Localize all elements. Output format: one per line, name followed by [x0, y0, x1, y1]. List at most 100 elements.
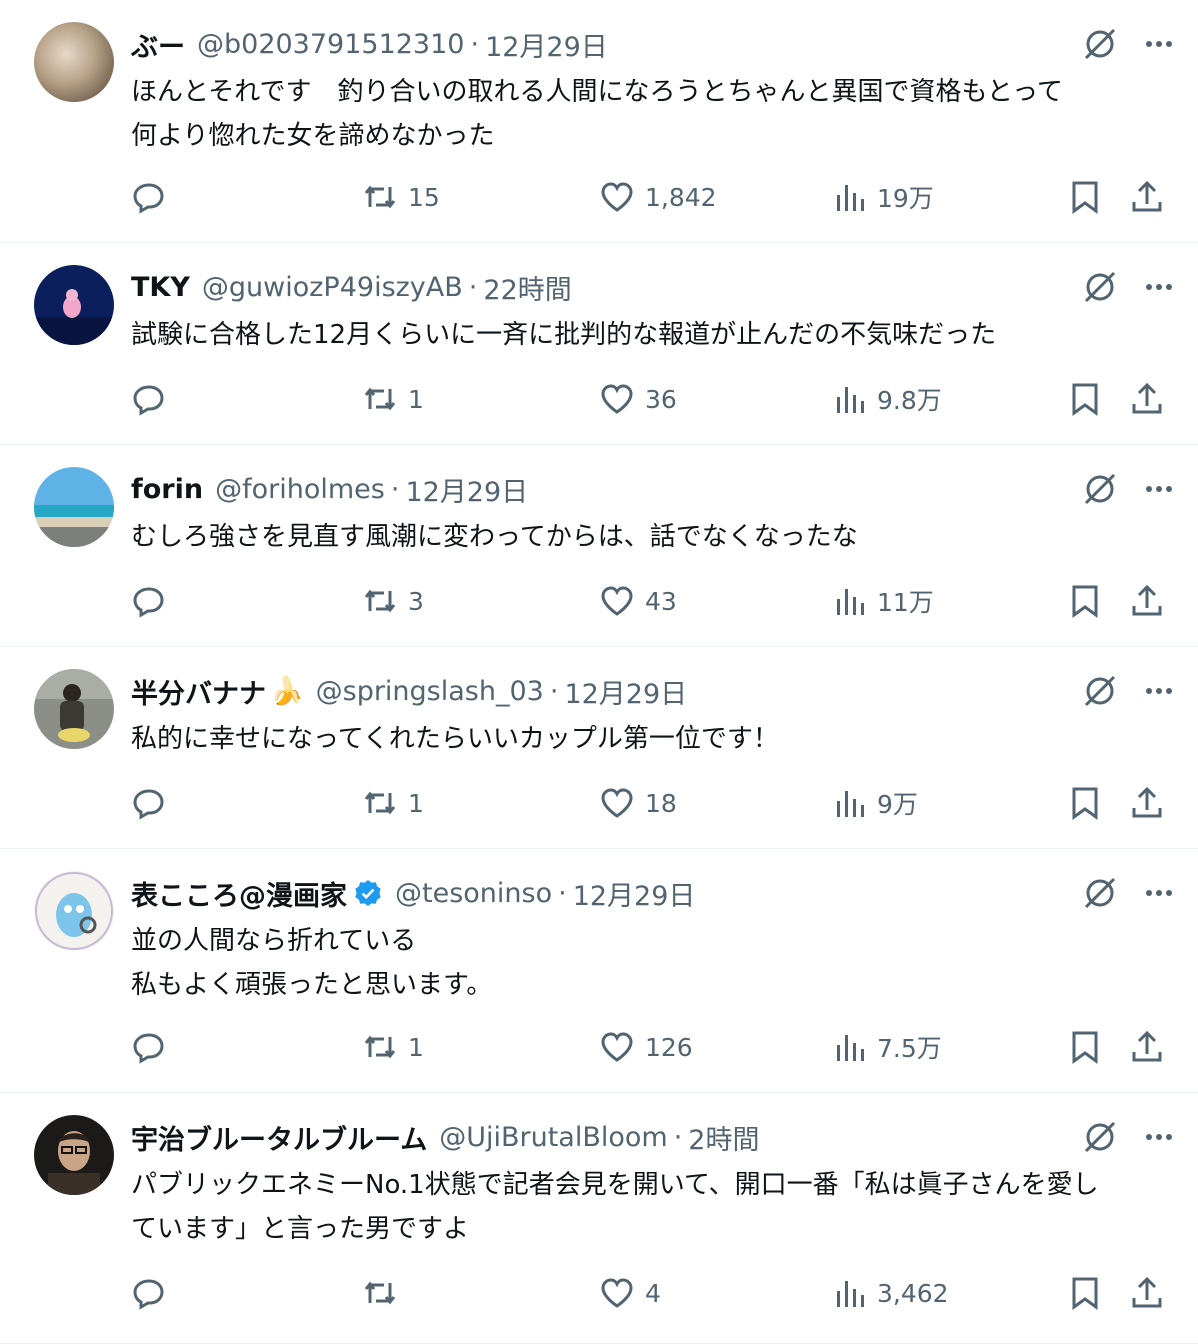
action-bar: 1 126 7.5万: [131, 1027, 1166, 1067]
timestamp[interactable]: 22時間: [483, 268, 571, 307]
share-button[interactable]: [1130, 1273, 1164, 1313]
views-count: 11万: [877, 588, 934, 617]
action-bar: 1 36 9.8万: [131, 379, 1166, 419]
tweet[interactable]: 半分バナナ 🍌 @springslash_03 · 12月29日 私的に幸せにな…: [0, 647, 1198, 849]
display-name[interactable]: 半分バナナ: [131, 672, 266, 711]
bookmark-icon: [1072, 1031, 1098, 1064]
reply-button[interactable]: [131, 379, 167, 419]
banana-emoji: 🍌: [270, 676, 304, 707]
retweet-button[interactable]: 1: [362, 1027, 424, 1067]
like-button[interactable]: 18: [599, 783, 677, 823]
grok-icon[interactable]: [1082, 269, 1118, 309]
grok-icon[interactable]: [1082, 875, 1118, 915]
avatar[interactable]: [34, 265, 114, 345]
views-button[interactable]: 9万: [835, 783, 918, 823]
bookmark-button[interactable]: [1070, 379, 1100, 419]
reply-icon: [133, 183, 164, 214]
like-button[interactable]: 36: [599, 379, 677, 419]
tweet[interactable]: forin @foriholmes · 12月29日 むしろ強さを見直す風潮に変…: [0, 445, 1198, 647]
like-button[interactable]: 126: [599, 1027, 693, 1067]
tweet[interactable]: 宇治ブルータルブルーム @UjiBrutalBloom · 2時間 パブリックエ…: [0, 1093, 1198, 1344]
timestamp[interactable]: 12月29日: [405, 470, 528, 509]
like-button[interactable]: 4: [599, 1273, 661, 1313]
timestamp[interactable]: 12月29日: [485, 25, 608, 64]
grok-icon[interactable]: [1082, 673, 1118, 713]
share-button[interactable]: [1130, 177, 1164, 217]
bookmark-button[interactable]: [1070, 581, 1100, 621]
more-icon[interactable]: [1144, 1122, 1174, 1156]
reply-button[interactable]: [131, 783, 167, 823]
views-button[interactable]: 7.5万: [835, 1027, 942, 1067]
reply-icon: [133, 385, 164, 416]
display-name[interactable]: TKY: [131, 272, 190, 303]
reply-button[interactable]: [131, 1273, 167, 1313]
more-icon[interactable]: [1144, 676, 1174, 710]
reply-button[interactable]: [131, 177, 167, 217]
bookmark-button[interactable]: [1070, 1273, 1100, 1313]
share-button[interactable]: [1130, 1027, 1164, 1067]
user-handle[interactable]: @UjiBrutalBloom: [439, 1122, 668, 1153]
tweet[interactable]: ぶー @b0203791512310 · 12月29日 ほんとそれです 釣り合い…: [0, 0, 1198, 243]
retweet-button[interactable]: 1: [362, 379, 424, 419]
tweet-text: 試験に合格した12月くらいに一斉に批判的な報道が止んだの不気味だった: [131, 320, 997, 350]
more-icon[interactable]: [1144, 878, 1174, 912]
bookmark-button[interactable]: [1070, 1027, 1100, 1067]
display-name[interactable]: ぶー: [131, 25, 185, 64]
more-icon[interactable]: [1144, 272, 1174, 306]
tweet-text: 並の人間なら折れている 私もよく頑張ったと思います。: [131, 926, 493, 1000]
retweet-button[interactable]: 3: [362, 581, 424, 621]
views-count: 7.5万: [877, 1034, 942, 1063]
views-button[interactable]: 3,462: [835, 1273, 949, 1313]
retweet-button[interactable]: [362, 1273, 408, 1313]
avatar[interactable]: [34, 22, 114, 102]
retweet-count: 1: [408, 384, 424, 414]
reply-button[interactable]: [131, 1027, 167, 1067]
more-icon[interactable]: [1144, 474, 1174, 508]
user-handle[interactable]: @springslash_03: [316, 676, 544, 707]
user-handle[interactable]: @guwiozP49iszyAB: [202, 272, 463, 303]
display-name[interactable]: 表こころ@漫画家: [131, 874, 347, 913]
user-handle[interactable]: @b0203791512310: [197, 29, 464, 60]
tweet[interactable]: TKY @guwiozP49iszyAB · 22時間 試験に合格した12月くら…: [0, 243, 1198, 445]
like-button[interactable]: 43: [599, 581, 677, 621]
share-button[interactable]: [1130, 783, 1164, 823]
user-handle[interactable]: @foriholmes: [215, 474, 385, 505]
grok-icon[interactable]: [1082, 26, 1118, 66]
timestamp[interactable]: 12月29日: [564, 672, 687, 711]
tweet-header: 表こころ@漫画家 @tesoninso · 12月29日: [131, 873, 1038, 913]
share-icon: [1132, 382, 1162, 414]
reply-icon: [133, 1279, 164, 1310]
bookmark-button[interactable]: [1070, 177, 1100, 217]
tweet[interactable]: 表こころ@漫画家 @tesoninso · 12月29日 並の人間なら折れている…: [0, 849, 1198, 1093]
views-icon: [837, 1035, 864, 1061]
views-button[interactable]: 11万: [835, 581, 934, 621]
grok-icon[interactable]: [1082, 471, 1118, 511]
avatar[interactable]: [34, 1115, 114, 1195]
reply-button[interactable]: [131, 581, 167, 621]
avatar[interactable]: [34, 871, 114, 951]
avatar[interactable]: [34, 669, 114, 749]
display-name[interactable]: 宇治ブルータルブルーム: [131, 1118, 427, 1157]
share-button[interactable]: [1130, 379, 1164, 419]
avatar[interactable]: [34, 467, 114, 547]
more-icon[interactable]: [1144, 29, 1174, 63]
display-name[interactable]: forin: [131, 474, 203, 505]
retweet-icon: [364, 1035, 396, 1059]
grok-icon[interactable]: [1082, 1119, 1118, 1159]
like-button[interactable]: 1,842: [599, 177, 717, 217]
action-bar: 15 1,842 19万: [131, 177, 1166, 217]
retweet-button[interactable]: 15: [362, 177, 440, 217]
timestamp[interactable]: 2時間: [688, 1118, 759, 1157]
like-icon: [601, 1278, 633, 1308]
like-count: 18: [645, 788, 677, 818]
views-button[interactable]: 9.8万: [835, 379, 942, 419]
tweet-header: 宇治ブルータルブルーム @UjiBrutalBloom · 2時間: [131, 1117, 1038, 1157]
views-button[interactable]: 19万: [835, 177, 934, 217]
share-button[interactable]: [1130, 581, 1164, 621]
timestamp[interactable]: 12月29日: [573, 874, 696, 913]
bookmark-button[interactable]: [1070, 783, 1100, 823]
user-handle[interactable]: @tesoninso: [395, 878, 552, 909]
retweet-button[interactable]: 1: [362, 783, 424, 823]
action-bar: 1 18 9万: [131, 783, 1166, 823]
like-icon: [601, 788, 633, 818]
